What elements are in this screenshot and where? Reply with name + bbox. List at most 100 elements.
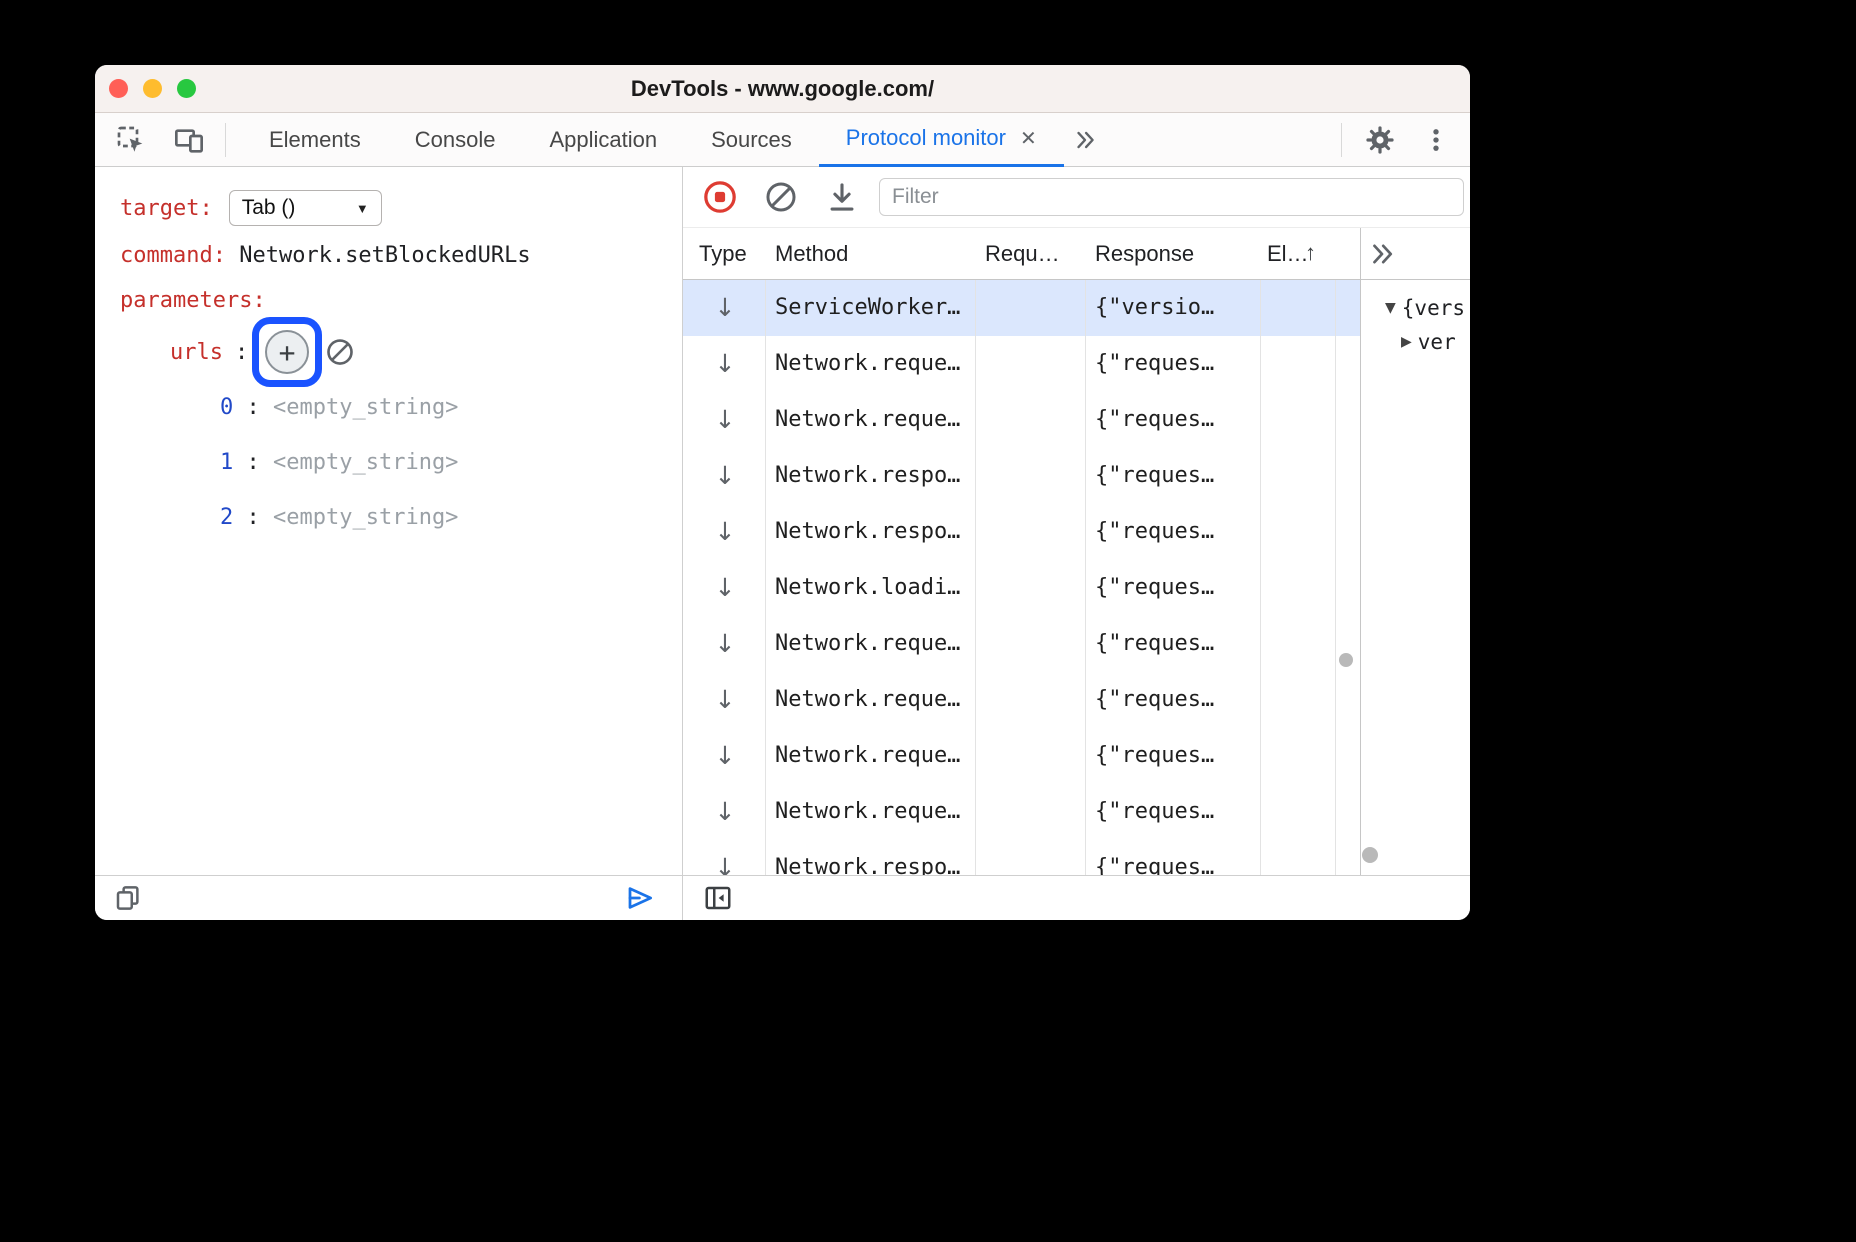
send-command-icon[interactable] xyxy=(625,883,655,913)
tree-collapsed-icon[interactable]: ▶ xyxy=(1401,328,1412,356)
tree-child-row[interactable]: ▶ ver xyxy=(1401,328,1456,356)
inspect-element-icon[interactable] xyxy=(115,124,147,156)
item-value[interactable]: <empty_string> xyxy=(273,505,458,530)
table-row[interactable]: ↓Network.reque…{"reques… xyxy=(683,672,1360,728)
tab-elements[interactable]: Elements xyxy=(242,113,388,167)
target-select[interactable]: Tab () ▼ xyxy=(229,190,382,226)
close-tab-icon[interactable]: ✕ xyxy=(1020,126,1037,151)
item-value[interactable]: <empty_string> xyxy=(273,450,458,475)
method-cell: Network.reque… xyxy=(775,616,960,672)
table-row[interactable]: ↓Network.reque…{"reques… xyxy=(683,392,1360,448)
command-value[interactable]: Network.setBlockedURLs xyxy=(239,243,530,268)
monitor-toolbar xyxy=(683,167,1470,228)
filter-input[interactable] xyxy=(879,178,1464,216)
sidebar-divider xyxy=(1360,228,1361,875)
response-cell: {"reques… xyxy=(1095,448,1214,504)
command-editor-pane: target: Tab () ▼ command: Network.setBlo… xyxy=(95,167,683,875)
item-index: 0 xyxy=(220,395,233,420)
tab-label: Application xyxy=(549,127,657,153)
tab-application[interactable]: Application xyxy=(522,113,684,167)
close-window-button[interactable] xyxy=(109,79,128,98)
response-cell: {"reques… xyxy=(1095,728,1214,784)
table-row[interactable]: ↓ServiceWorker…{"versio… xyxy=(683,280,1360,336)
table-row[interactable]: ↓Network.respo…{"reques… xyxy=(683,840,1360,875)
tab-sources[interactable]: Sources xyxy=(684,113,819,167)
method-cell: Network.respo… xyxy=(775,448,960,504)
column-header-request[interactable]: Requ… xyxy=(985,228,1060,280)
tree-expanded-icon[interactable]: ▼ xyxy=(1385,294,1396,322)
table-row[interactable]: ↓Network.reque…{"reques… xyxy=(683,616,1360,672)
parameters-line: parameters: xyxy=(120,282,266,318)
expand-sidebar-icon[interactable] xyxy=(1367,239,1397,269)
zoom-window-button[interactable] xyxy=(177,79,196,98)
vertical-scrollbar-thumb[interactable] xyxy=(1339,653,1353,667)
table-row[interactable]: ↓Network.reque…{"reques… xyxy=(683,784,1360,840)
devtools-window: DevTools - www.google.com/ Elements Conso… xyxy=(95,65,1470,920)
response-cell: {"reques… xyxy=(1095,784,1214,840)
column-divider xyxy=(1260,228,1261,875)
received-arrow-icon: ↓ xyxy=(711,616,739,672)
record-stop-icon[interactable] xyxy=(703,180,737,214)
column-header-method[interactable]: Method xyxy=(775,228,848,280)
title-bar: DevTools - www.google.com/ xyxy=(95,65,1470,113)
toolbar-separator xyxy=(225,123,226,157)
table-row[interactable]: ↓Network.reque…{"reques… xyxy=(683,728,1360,784)
plus-icon: + xyxy=(279,336,296,369)
url-array-item[interactable]: 2 : <empty_string> xyxy=(220,499,458,535)
settings-gear-icon[interactable] xyxy=(1364,124,1396,156)
table-row[interactable]: ↓Network.respo…{"reques… xyxy=(683,448,1360,504)
minimize-window-button[interactable] xyxy=(143,79,162,98)
target-line: target: Tab () ▼ xyxy=(120,190,382,226)
response-cell: {"reques… xyxy=(1095,840,1214,875)
tab-label: Sources xyxy=(711,127,792,153)
column-header-response[interactable]: Response xyxy=(1095,228,1194,280)
toolbar-separator xyxy=(1341,123,1342,157)
clear-log-icon[interactable] xyxy=(764,180,798,214)
response-cell: {"versio… xyxy=(1095,280,1214,336)
tab-protocol-monitor[interactable]: Protocol monitor ✕ xyxy=(819,113,1064,167)
tab-console[interactable]: Console xyxy=(388,113,523,167)
tab-label: Console xyxy=(415,127,496,153)
editor-bottom-bar xyxy=(95,875,683,920)
command-key: command: xyxy=(120,243,226,268)
devtools-tab-bar: Elements Console Application Sources Protoco… xyxy=(95,113,1470,167)
device-toolbar-icon[interactable] xyxy=(173,124,205,156)
method-cell: Network.reque… xyxy=(775,336,960,392)
column-header-type[interactable]: Type xyxy=(699,228,747,280)
method-cell: Network.respo… xyxy=(775,840,960,875)
target-select-value: Tab () xyxy=(242,196,356,220)
url-array-item[interactable]: 1 : <empty_string> xyxy=(220,444,458,480)
more-tabs-icon[interactable] xyxy=(1072,127,1098,153)
method-cell: Network.loadi… xyxy=(775,560,960,616)
method-cell: Network.reque… xyxy=(775,392,960,448)
tree-child-label: ver xyxy=(1418,328,1456,356)
sort-arrow-icon[interactable]: ↑ xyxy=(1305,228,1316,280)
item-value[interactable]: <empty_string> xyxy=(273,395,458,420)
column-header-elapsed[interactable]: El… xyxy=(1267,228,1309,280)
dropdown-arrow-icon: ▼ xyxy=(356,201,369,216)
tree-root-row[interactable]: ▼ {vers xyxy=(1385,294,1465,322)
url-array-item[interactable]: 0 : <empty_string> xyxy=(220,389,458,425)
delete-parameter-icon[interactable] xyxy=(325,337,355,367)
detail-tree: ▼ {vers ▶ ver xyxy=(1361,280,1470,875)
received-arrow-icon: ↓ xyxy=(711,280,739,336)
copy-command-icon[interactable] xyxy=(113,883,143,913)
parameters-key: parameters: xyxy=(120,288,266,313)
save-download-icon[interactable] xyxy=(825,180,859,214)
protocol-monitor-pane: Type Method Requ… Response El… ↑ ↓Servic… xyxy=(683,167,1470,875)
column-divider xyxy=(975,228,976,875)
toggle-sidebar-icon[interactable] xyxy=(703,883,733,913)
horizontal-scrollbar-thumb[interactable] xyxy=(1362,847,1378,863)
table-row[interactable]: ↓Network.loadi…{"reques… xyxy=(683,560,1360,616)
tab-label: Protocol monitor xyxy=(846,125,1006,151)
grid-header: Type Method Requ… Response El… ↑ xyxy=(683,228,1470,280)
tab-strip: Elements Console Application Sources Protoco… xyxy=(242,113,1064,167)
received-arrow-icon: ↓ xyxy=(711,672,739,728)
window-title: DevTools - www.google.com/ xyxy=(631,76,934,102)
menu-dots-icon[interactable] xyxy=(1422,126,1450,154)
response-cell: {"reques… xyxy=(1095,336,1214,392)
add-url-button[interactable]: + xyxy=(265,330,309,374)
table-row[interactable]: ↓Network.respo…{"reques… xyxy=(683,504,1360,560)
table-row[interactable]: ↓Network.reque…{"reques… xyxy=(683,336,1360,392)
received-arrow-icon: ↓ xyxy=(711,392,739,448)
